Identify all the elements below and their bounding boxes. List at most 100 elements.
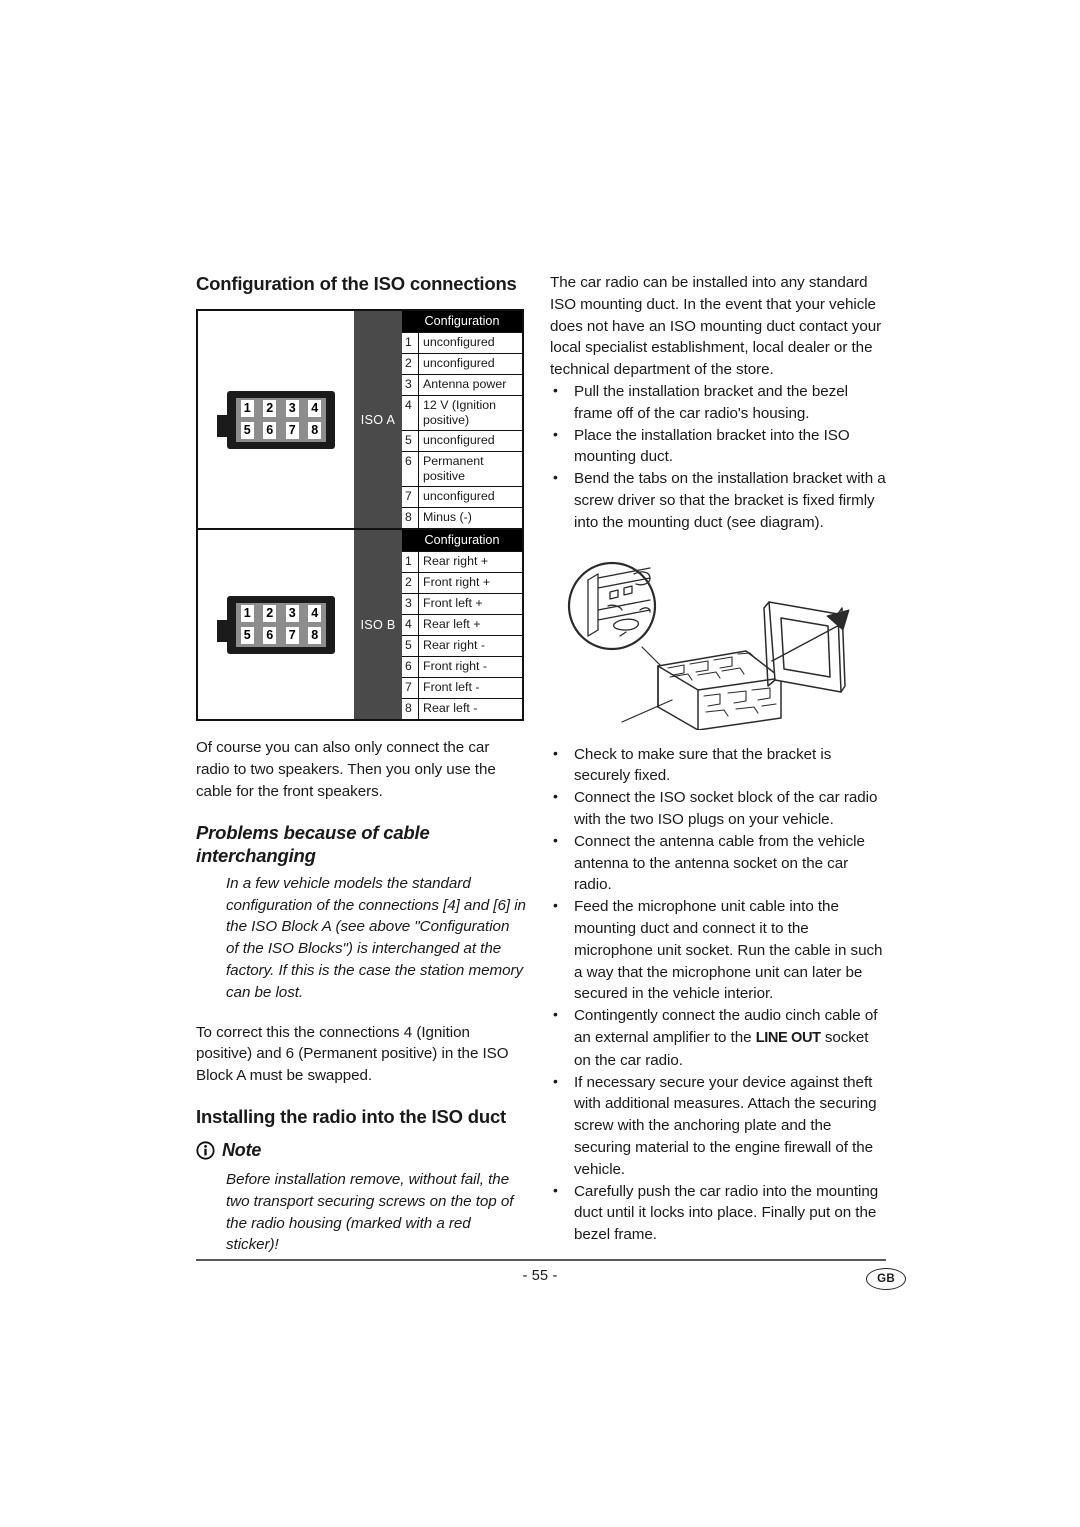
iso-b-connector-cell: 1 2 3 4 5 6 7 8: [198, 530, 354, 720]
bullet-list-after-diagram: Check to make sure that the bracket is s…: [550, 743, 886, 1246]
table-row: 4 Rear left +: [402, 614, 522, 636]
pin-number: 1: [402, 333, 419, 354]
iso-b-rows: Configuration 1 Rear right + 2 Front rig…: [402, 530, 522, 720]
list-item: Bend the tabs on the installation bracke…: [550, 467, 886, 533]
list-item: Place the installation bracket into the …: [550, 424, 886, 469]
left-column: Configuration of the ISO connections 1 2…: [196, 272, 526, 1256]
note-label: Note: [222, 1140, 262, 1161]
iso-block-a: 1 2 3 4 5 6 7 8 ISO A Configuration 1 un…: [198, 311, 522, 531]
pin-number: 2: [402, 354, 419, 375]
paragraph-two-speakers: Of course you can also only connect the …: [196, 739, 496, 800]
bracket-bezel-illustration: [567, 561, 850, 731]
pin-number: 6: [402, 452, 419, 487]
pin-number: 8: [402, 508, 419, 529]
connector-pin: 4: [308, 400, 322, 418]
table-row: 8 Minus (-): [402, 507, 522, 529]
note-header: Note: [196, 1140, 526, 1161]
paragraph-correction: To correct this the connections 4 (Ignit…: [196, 1023, 509, 1085]
pin-value: Front right +: [423, 575, 491, 590]
pin-value: Front left -: [423, 680, 480, 695]
connector-pin: 1: [240, 400, 254, 418]
pin-number: 7: [402, 487, 419, 508]
table-row: 1 unconfigured: [402, 332, 522, 354]
connector-pin: 4: [308, 605, 322, 623]
connector-pin: 3: [285, 605, 299, 623]
pin-number: 5: [402, 636, 419, 657]
paragraph-intro: The car radio can be installed into any …: [550, 274, 882, 379]
pin-value: unconfigured: [423, 489, 495, 504]
table-row: 7 unconfigured: [402, 486, 522, 508]
language-badge: GB: [866, 1268, 906, 1290]
pin-value: Front right -: [423, 659, 488, 674]
heading-installing-radio: Installing the radio into the ISO duct: [196, 1105, 506, 1127]
list-item: Feed the microphone unit cable into the …: [550, 895, 886, 1005]
iso-a-connector-cell: 1 2 3 4 5 6 7 8: [198, 311, 354, 529]
table-row: 5 Rear right -: [402, 635, 522, 657]
connector-pin: 8: [308, 627, 322, 645]
pin-number: 8: [402, 699, 419, 720]
pin-value: unconfigured: [423, 335, 495, 350]
note-text: Before installation remove, without fail…: [226, 1171, 514, 1254]
pin-value: unconfigured: [423, 356, 495, 371]
pin-value: Antenna power: [423, 377, 507, 392]
pin-value: Rear right +: [423, 554, 489, 569]
list-item: Pull the installation bracket and the be…: [550, 380, 886, 425]
connector-pin-grid: 1 2 3 4 5 6 7 8: [236, 397, 326, 442]
connector-pin: 5: [240, 627, 254, 645]
pin-number: 7: [402, 678, 419, 699]
table-row: 3 Front left +: [402, 593, 522, 615]
pin-value: Minus (-): [423, 510, 472, 525]
iso-configuration-table: 1 2 3 4 5 6 7 8 ISO A Configuration 1 un…: [196, 309, 524, 722]
pin-value: Permanent positive: [423, 454, 484, 484]
connector-pin: 5: [240, 422, 254, 440]
list-item: If necessary secure your device against …: [550, 1071, 886, 1181]
manual-page: Configuration of the ISO connections 1 2…: [0, 0, 1080, 1527]
paragraph-cable-interchanging: In a few vehicle models the standard con…: [226, 874, 526, 1001]
pin-number: 5: [402, 431, 419, 452]
iso-b-block-label: ISO B: [354, 530, 402, 720]
connector-pin-grid: 1 2 3 4 5 6 7 8: [236, 602, 326, 647]
pin-value: Rear left -: [423, 701, 478, 716]
table-row: 3 Antenna power: [402, 374, 522, 396]
list-item: Check to make sure that the bracket is s…: [550, 743, 886, 788]
pin-value: 12 V (Ignition positive): [423, 398, 497, 428]
pin-number: 3: [402, 375, 419, 396]
installation-diagram: [550, 544, 886, 731]
table-row: 4 12 V (Ignition positive): [402, 395, 522, 431]
table-row: 7 Front left -: [402, 677, 522, 699]
page-number: - 55 -: [522, 1268, 558, 1284]
pin-value: Rear left +: [423, 617, 481, 632]
iso-a-rows: Configuration 1 unconfigured 2 unconfigu…: [402, 311, 522, 529]
pin-number: 3: [402, 594, 419, 615]
bullet-list-before-diagram: Pull the installation bracket and the be…: [550, 380, 886, 534]
right-column: The car radio can be installed into any …: [550, 272, 886, 1246]
table-row: 6 Permanent positive: [402, 451, 522, 487]
pin-number: 6: [402, 657, 419, 678]
line-out-emphasis: LINE OUT: [755, 1029, 821, 1046]
heading-iso-configuration: Configuration of the ISO connections: [196, 273, 517, 294]
iso-a-column-header: Configuration: [402, 311, 522, 333]
footer-divider: [196, 1259, 886, 1261]
connector-pin: 6: [263, 627, 277, 645]
iso-a-connector-graphic: 1 2 3 4 5 6 7 8: [217, 390, 335, 449]
pin-value: Front left +: [423, 596, 483, 611]
list-item-line-out: Contingently connect the audio cinch cab…: [550, 1004, 886, 1071]
pin-number: 4: [402, 615, 419, 636]
list-item: Connect the ISO socket block of the car …: [550, 786, 886, 831]
connector-pin: 6: [263, 422, 277, 440]
connector-pin: 8: [308, 422, 322, 440]
pin-number: 2: [402, 573, 419, 594]
table-row: 2 Front right +: [402, 572, 522, 594]
table-row: 8 Rear left -: [402, 698, 522, 720]
connector-pin: 2: [263, 400, 277, 418]
iso-b-column-header: Configuration: [402, 530, 522, 552]
table-row: 2 unconfigured: [402, 353, 522, 375]
iso-b-connector-graphic: 1 2 3 4 5 6 7 8: [217, 595, 335, 654]
connector-pin: 2: [263, 605, 277, 623]
connector-pin: 7: [285, 627, 299, 645]
heading-cable-interchanging: Problems because of cable interchanging: [196, 821, 430, 866]
connector-pin: 3: [285, 400, 299, 418]
table-row: 1 Rear right +: [402, 551, 522, 573]
pin-value: Rear right -: [423, 638, 485, 653]
table-row: 6 Front right -: [402, 656, 522, 678]
